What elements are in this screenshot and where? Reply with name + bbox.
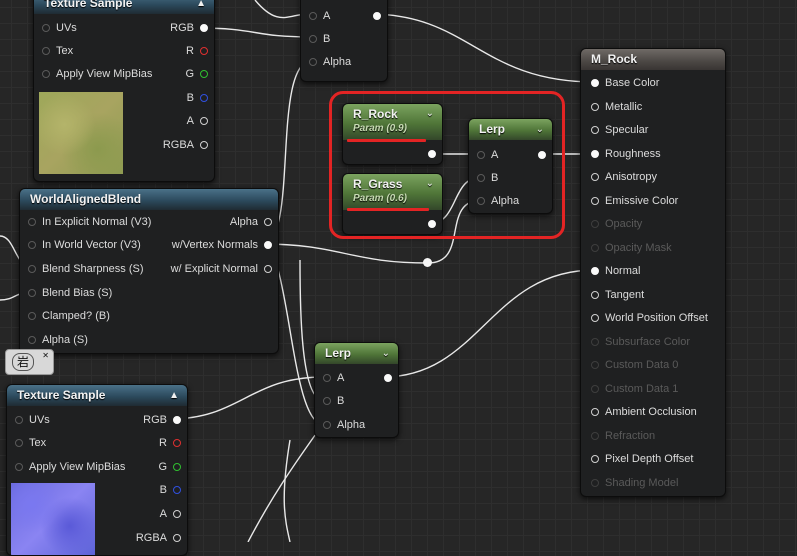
pin-world-vector[interactable]: In World Vector (V3) [28,238,141,252]
pin-opacity[interactable]: Opacity [591,217,642,231]
pin-mipbias[interactable]: Apply View MipBias [15,460,125,474]
pin-g[interactable]: G [185,67,208,81]
wire [368,13,596,83]
pin-explicit-normal[interactable]: In Explicit Normal (V3) [28,215,151,229]
pin-out-explicit-normal[interactable]: w/ Explicit Normal [171,262,272,276]
node-header[interactable]: Lerp ⌄ [315,343,398,364]
texture-preview-normal [11,483,95,555]
pin-b[interactable]: B [309,32,330,46]
pin-custom-data-1[interactable]: Custom Data 1 [591,382,678,396]
node-header[interactable]: Texture Sample ▲ [7,385,187,406]
pin-r[interactable]: R [186,44,208,58]
pin-b[interactable]: B [160,483,181,497]
pin-uvs[interactable]: UVs [42,21,77,35]
node-title: Texture Sample [17,388,106,402]
node-title: M_Rock [591,52,638,66]
pin-out-alpha[interactable]: Alpha [230,215,272,229]
pin-output[interactable] [367,9,381,23]
pin-mipbias[interactable]: Apply View MipBias [42,67,152,81]
pin-tangent[interactable]: Tangent [591,288,644,302]
highlight-box [329,91,565,239]
material-output-node-m-rock[interactable]: M_Rock Base Color Metallic Specular Roug… [580,48,726,497]
pin-out-vertex-normals[interactable]: w/Vertex Normals [172,238,272,252]
pin-anisotropy[interactable]: Anisotropy [591,170,657,184]
pin-pixel-depth-offset[interactable]: Pixel Depth Offset [591,452,693,466]
pin-a[interactable]: A [187,114,208,128]
close-icon[interactable]: ✕ [42,351,49,360]
chevron-down-icon[interactable]: ⌄ [382,343,390,364]
texture-sample-node-top[interactable]: Texture Sample ▲ UVs Tex Apply View MipB… [33,0,215,182]
node-title: Lerp [325,346,352,360]
pin-clamped[interactable]: Clamped? (B) [28,309,110,323]
pin-g[interactable]: G [158,460,181,474]
node-title: Texture Sample [44,0,133,10]
node-header[interactable]: WorldAlignedBlend [20,189,278,210]
pin-alpha[interactable]: Alpha (S) [28,333,88,347]
wire [247,423,324,542]
pin-emissive-color[interactable]: Emissive Color [591,194,678,208]
pin-alpha[interactable]: Alpha [309,55,351,69]
pin-specular[interactable]: Specular [591,123,648,137]
pin-base-color[interactable]: Base Color [591,76,659,90]
pin-rgb[interactable]: RGB [170,21,208,35]
pin-roughness[interactable]: Roughness [591,147,661,161]
pin-output[interactable] [378,371,392,385]
pin-uvs[interactable]: UVs [15,413,50,427]
node-header[interactable]: M_Rock [581,49,725,70]
pin-rgba[interactable]: RGBA [136,531,181,545]
pin-subsurface-color[interactable]: Subsurface Color [591,335,690,349]
pin-b[interactable]: B [187,91,208,105]
pin-rgb[interactable]: RGB [143,413,181,427]
comment-bubble[interactable]: 岩 ✕ [5,349,54,375]
pin-refraction[interactable]: Refraction [591,429,655,443]
chevron-up-icon[interactable]: ▲ [169,385,179,406]
pin-shading-model[interactable]: Shading Model [591,476,678,490]
pin-metallic[interactable]: Metallic [591,100,642,114]
wire [283,439,291,542]
pin-world-position-offset[interactable]: World Position Offset [591,311,708,325]
pin-tex[interactable]: Tex [42,44,73,58]
pin-blend-sharpness[interactable]: Blend Sharpness (S) [28,262,144,276]
comment-text: 岩 [12,353,34,371]
pin-a[interactable]: A [323,371,344,385]
pin-ambient-occlusion[interactable]: Ambient Occlusion [591,405,697,419]
world-aligned-blend-node[interactable]: WorldAlignedBlend In Explicit Normal (V3… [19,188,279,354]
pin-a[interactable]: A [309,9,330,23]
pin-normal[interactable]: Normal [591,264,640,278]
wire [169,376,324,420]
chevron-up-icon[interactable]: ▲ [196,0,206,14]
lerp-node-low[interactable]: Lerp ⌄ A B Alpha [314,342,399,438]
node-title: WorldAlignedBlend [30,192,142,206]
pin-blend-bias[interactable]: Blend Bias (S) [28,286,112,300]
texture-preview-grass [39,92,123,174]
pin-b[interactable]: B [323,394,344,408]
pin-tex[interactable]: Tex [15,436,46,450]
pin-custom-data-0[interactable]: Custom Data 0 [591,358,678,372]
pin-r[interactable]: R [159,436,181,450]
pin-rgba[interactable]: RGBA [163,138,208,152]
pin-alpha[interactable]: Alpha [323,418,365,432]
texture-sample-node-bottom[interactable]: Texture Sample ▲ UVs Tex Apply View MipB… [6,384,188,556]
lerp-node-top[interactable]: A B Alpha [300,0,388,82]
pin-opacity-mask[interactable]: Opacity Mask [591,241,672,255]
wire [382,269,596,378]
node-header[interactable]: Texture Sample ▲ [34,0,214,14]
wire [261,243,429,264]
pin-a[interactable]: A [160,507,181,521]
reroute-knot[interactable] [423,258,432,267]
